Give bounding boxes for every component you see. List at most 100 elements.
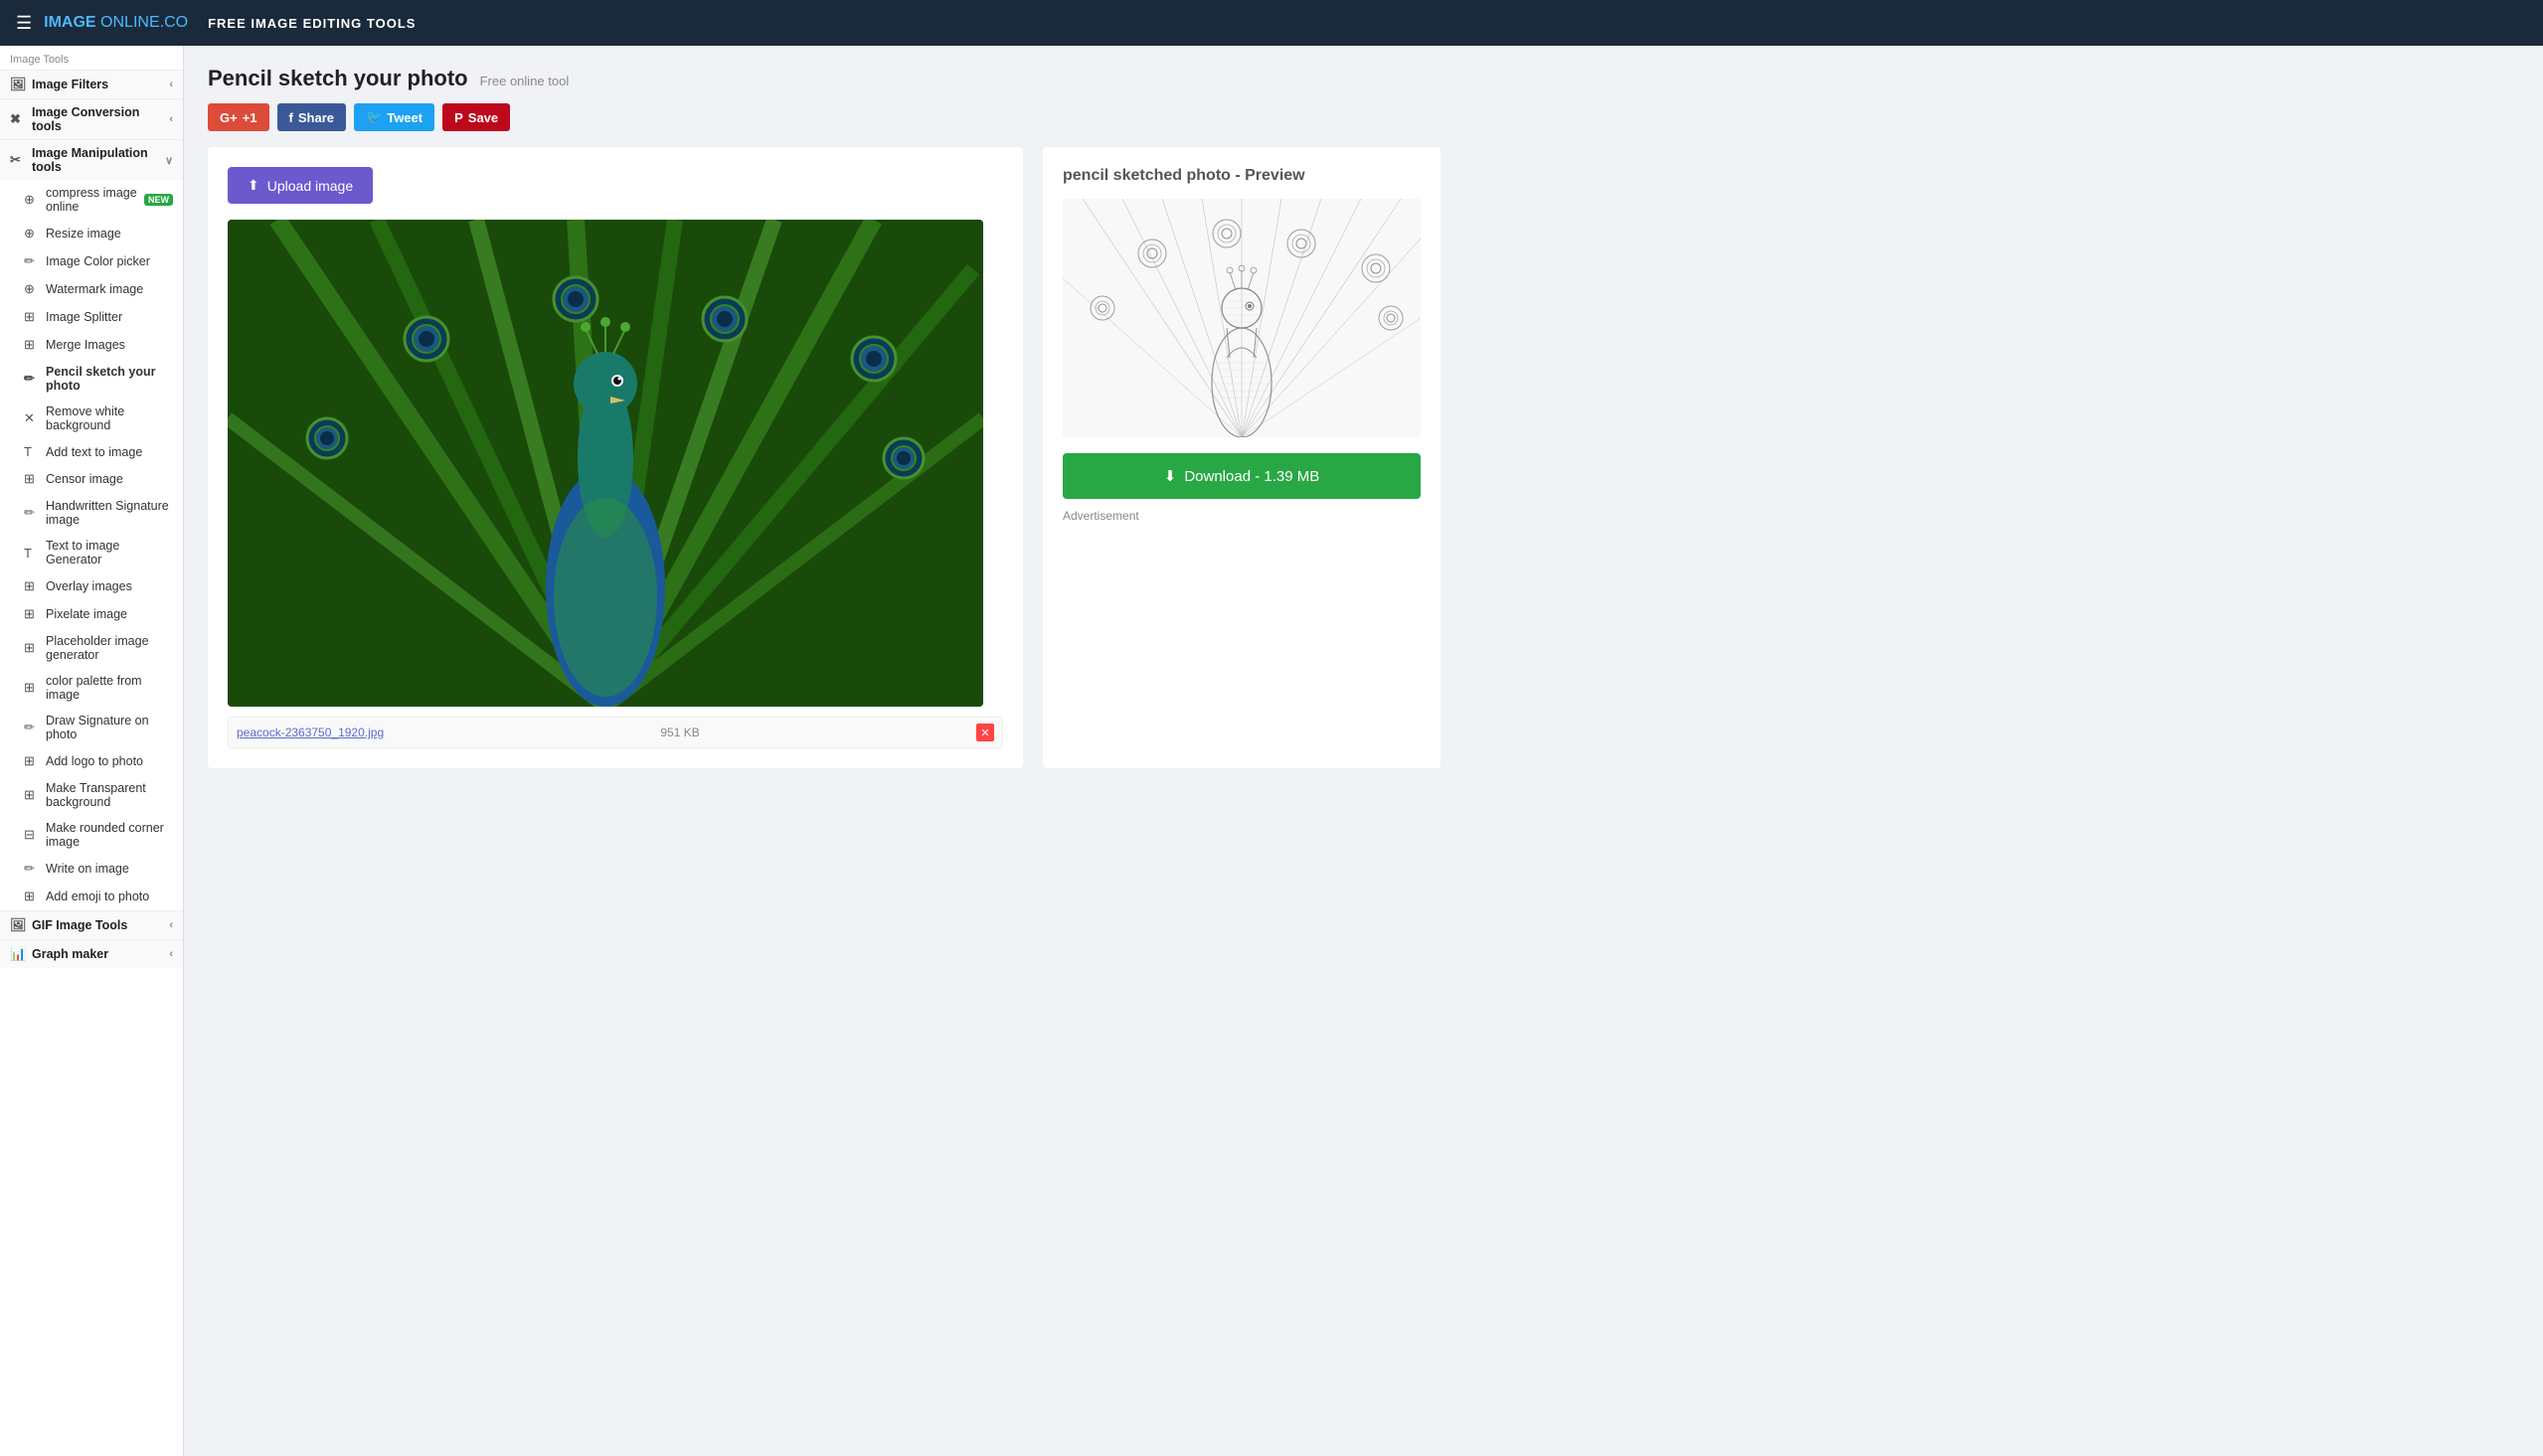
sidebar-item-compress-image[interactable]: ⊕ compress image online NEW [0, 180, 183, 220]
sidebar-item-remove-white-bg[interactable]: ✕ Remove white background [0, 399, 183, 438]
write-icon: ✏ [24, 861, 40, 877]
sidebar-item-image-manipulation[interactable]: ✂ Image Manipulation tools ∨ [0, 139, 183, 180]
color-picker-icon: ✏ [24, 253, 40, 269]
remove-bg-icon: ✕ [24, 410, 40, 426]
sketch-preview-image [1063, 199, 1421, 437]
chevron-icon: ‹ [169, 948, 173, 960]
sidebar-item-make-transparent[interactable]: ⊞ Make Transparent background [0, 775, 183, 815]
sidebar-item-label: Pixelate image [46, 607, 127, 621]
sidebar-item-overlay-images[interactable]: ⊞ Overlay images [0, 572, 183, 600]
preview-image-container [1063, 199, 1421, 437]
sidebar-item-placeholder-image[interactable]: ⊞ Placeholder image generator [0, 628, 183, 668]
image-panel: ⬆ Upload image [208, 147, 1023, 768]
sidebar-item-label: Image Color picker [46, 254, 150, 268]
main-content: Pencil sketch your photo Free online too… [184, 46, 2543, 1456]
page-title-row: Pencil sketch your photo Free online too… [208, 66, 2519, 91]
image-manipulation-icon: ✂ [10, 152, 26, 168]
pencil-icon: ✏ [24, 371, 40, 387]
sidebar-item-label: Resize image [46, 227, 121, 241]
preview-title: pencil sketched photo - Preview [1063, 167, 1421, 185]
sidebar-item-image-conversion[interactable]: ✖ Image Conversion tools ‹ [0, 98, 183, 139]
transparent-bg-icon: ⊞ [24, 787, 40, 803]
twitter-icon: 🐦 [366, 109, 382, 125]
text-to-image-icon: T [24, 546, 40, 561]
chevron-icon: ‹ [169, 113, 173, 125]
content-row: ⬆ Upload image [208, 147, 2519, 768]
sidebar-item-graph-maker[interactable]: 📊 Graph maker ‹ [0, 939, 183, 968]
sidebar-item-image-splitter[interactable]: ⊞ Image Splitter [0, 303, 183, 331]
peacock-image [228, 220, 983, 707]
upload-label: Upload image [267, 178, 353, 194]
sidebar-item-add-text[interactable]: T Add text to image [0, 438, 183, 465]
image-filters-icon: 🖼 [10, 77, 26, 92]
pinterest-label: Save [468, 110, 498, 125]
color-palette-icon: ⊞ [24, 680, 40, 696]
sidebar-item-label: Graph maker [32, 947, 108, 961]
sidebar-item-censor-image[interactable]: ⊞ Censor image [0, 465, 183, 493]
sidebar-item-label: Add logo to photo [46, 754, 143, 768]
sidebar-item-resize-image[interactable]: ⊕ Resize image [0, 220, 183, 247]
sidebar-item-text-to-image[interactable]: T Text to image Generator [0, 533, 183, 572]
sidebar-item-label: Add emoji to photo [46, 890, 149, 903]
add-logo-icon: ⊞ [24, 753, 40, 769]
sidebar-item-image-filters[interactable]: 🖼 Image Filters ‹ [0, 70, 183, 98]
gplus-label: +1 [243, 110, 257, 125]
sidebar-item-handwritten-signature[interactable]: ✏ Handwritten Signature image [0, 493, 183, 533]
pinterest-icon: P [454, 110, 463, 125]
signature-icon: ✏ [24, 505, 40, 521]
sidebar-item-label: color palette from image [46, 674, 173, 702]
upload-button[interactable]: ⬆ Upload image [228, 167, 373, 204]
image-conversion-icon: ✖ [10, 111, 26, 127]
sidebar: Image Tools 🖼 Image Filters ‹ ✖ Image Co… [0, 46, 184, 1456]
add-text-icon: T [24, 444, 40, 459]
page-subtitle: Free online tool [480, 74, 570, 88]
chevron-icon: ‹ [169, 79, 173, 90]
sidebar-item-label: Image Splitter [46, 310, 122, 324]
file-remove-button[interactable]: ✕ [976, 724, 994, 741]
gif-icon: 🖼 [10, 917, 26, 933]
sidebar-item-label: Image Conversion tools [32, 105, 169, 133]
emoji-icon: ⊞ [24, 889, 40, 904]
sidebar-item-draw-signature[interactable]: ✏ Draw Signature on photo [0, 708, 183, 747]
gplus-button[interactable]: G+ +1 [208, 103, 269, 131]
sidebar-item-label: Placeholder image generator [46, 634, 173, 662]
sidebar-item-watermark-image[interactable]: ⊕ Watermark image [0, 275, 183, 303]
menu-icon[interactable]: ☰ [16, 13, 32, 34]
sidebar-item-merge-images[interactable]: ⊞ Merge Images [0, 331, 183, 359]
file-name[interactable]: peacock-2363750_1920.jpg [237, 726, 384, 739]
sidebar-item-rounded-corner[interactable]: ⊟ Make rounded corner image [0, 815, 183, 855]
upload-icon: ⬆ [248, 177, 259, 194]
pinterest-button[interactable]: P Save [442, 103, 510, 131]
advertisement-label: Advertisement [1063, 509, 1421, 523]
sidebar-item-label: Pencil sketch your photo [46, 365, 173, 393]
download-label: Download - 1.39 MB [1184, 468, 1319, 485]
gplus-icon: G+ [220, 110, 238, 125]
sidebar-item-add-emoji[interactable]: ⊞ Add emoji to photo [0, 883, 183, 910]
splitter-icon: ⊞ [24, 309, 40, 325]
facebook-button[interactable]: f Share [277, 103, 346, 131]
image-display [228, 220, 983, 707]
logo[interactable]: IMAGE ONLINE.CO [44, 14, 188, 32]
twitter-button[interactable]: 🐦 Tweet [354, 103, 434, 131]
sidebar-item-gif-tools[interactable]: 🖼 GIF Image Tools ‹ [0, 910, 183, 939]
sidebar-item-label: Remove white background [46, 404, 173, 432]
overlay-icon: ⊞ [24, 578, 40, 594]
sidebar-item-label: GIF Image Tools [32, 918, 127, 932]
sidebar-item-write-on-image[interactable]: ✏ Write on image [0, 855, 183, 883]
sidebar-item-label: Make rounded corner image [46, 821, 173, 849]
new-badge: NEW [144, 194, 173, 206]
sidebar-item-label: Text to image Generator [46, 539, 173, 566]
sidebar-item-pencil-sketch[interactable]: ✏ Pencil sketch your photo [0, 359, 183, 399]
sidebar-item-label: Censor image [46, 472, 123, 486]
sidebar-item-add-logo[interactable]: ⊞ Add logo to photo [0, 747, 183, 775]
download-button[interactable]: ⬇ Download - 1.39 MB [1063, 453, 1421, 499]
download-icon: ⬇ [1164, 467, 1177, 485]
main-layout: Image Tools 🖼 Image Filters ‹ ✖ Image Co… [0, 46, 2543, 1456]
sidebar-item-color-palette[interactable]: ⊞ color palette from image [0, 668, 183, 708]
sidebar-item-image-color-picker[interactable]: ✏ Image Color picker [0, 247, 183, 275]
sidebar-section-label: Image Tools [0, 46, 183, 70]
sidebar-item-label: Image Filters [32, 78, 108, 91]
share-row: G+ +1 f Share 🐦 Tweet P Save [208, 103, 2519, 131]
sidebar-item-pixelate-image[interactable]: ⊞ Pixelate image [0, 600, 183, 628]
sidebar-item-label: Image Manipulation tools [32, 146, 165, 174]
